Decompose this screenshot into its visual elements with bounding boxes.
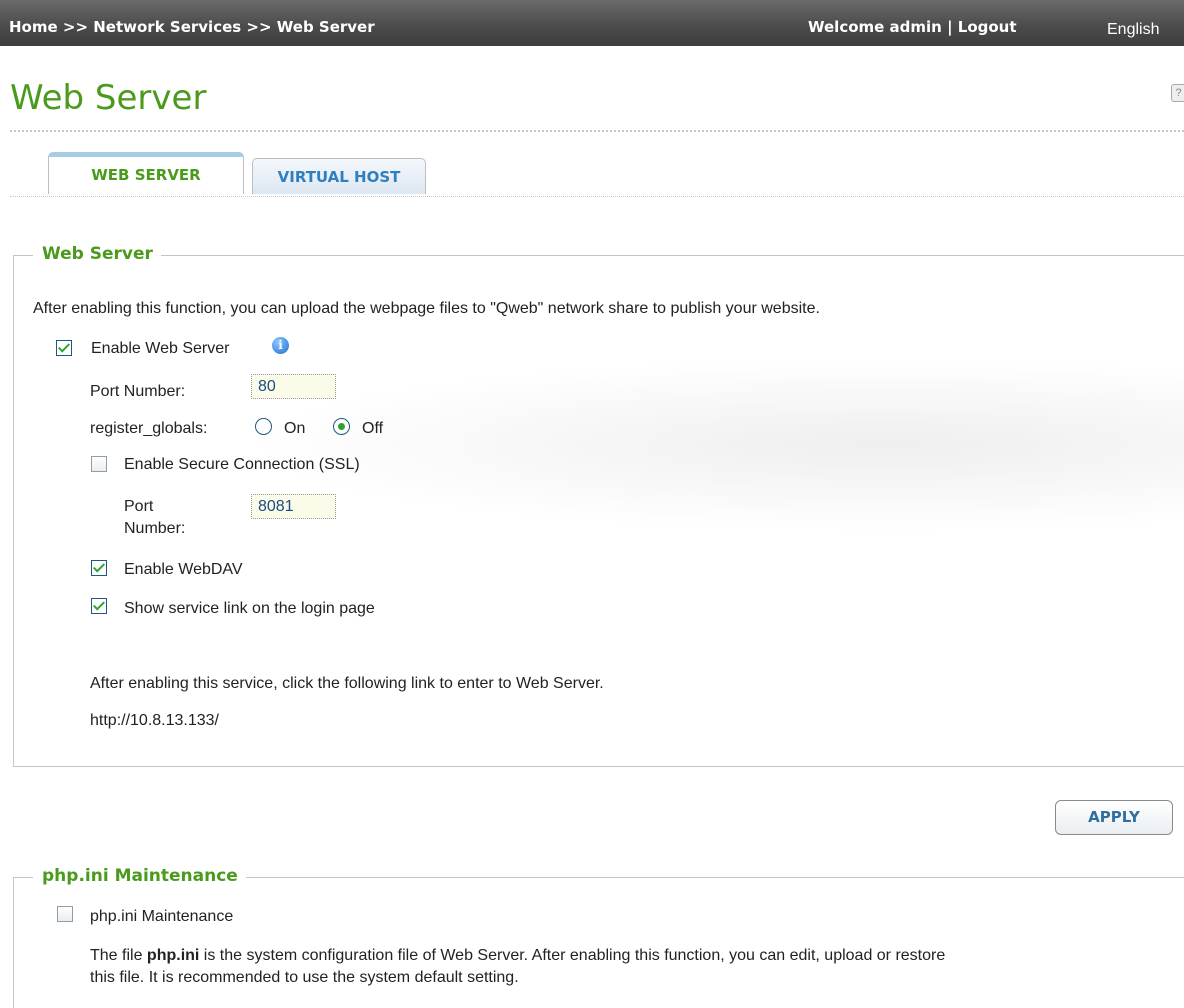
enable-web-server-label[interactable]: Enable Web Server: [91, 340, 229, 358]
enable-webdav-label[interactable]: Enable WebDAV: [124, 561, 243, 579]
php-desc-bold: php.ini: [146, 947, 200, 964]
title-divider: [10, 130, 1184, 132]
port-number-input[interactable]: [251, 374, 336, 399]
php-ini-legend: php.ini Maintenance: [33, 866, 246, 886]
register-globals-on-label[interactable]: On: [284, 420, 305, 438]
register-globals-on-radio[interactable]: [255, 418, 272, 435]
breadcrumb[interactable]: Home >> Network Services >> Web Server: [9, 18, 375, 36]
php-ini-fieldset: [13, 877, 1184, 1008]
tab-web-server[interactable]: WEB SERVER: [48, 152, 244, 194]
apply-button[interactable]: APPLY: [1055, 800, 1173, 835]
php-ini-description-line1: The file php.ini is the system configura…: [90, 947, 945, 965]
top-bar: Home >> Network Services >> Web Server W…: [0, 0, 1184, 46]
help-icon[interactable]: ?: [1171, 84, 1184, 102]
php-ini-description-line2: this file. It is recommended to use the …: [90, 969, 519, 986]
ssl-port-label-line1: Port: [124, 498, 154, 515]
enable-webdav-checkbox[interactable]: [91, 560, 107, 576]
enable-ssl-label[interactable]: Enable Secure Connection (SSL): [124, 456, 360, 474]
ssl-port-input[interactable]: [251, 494, 336, 519]
info-icon[interactable]: i: [272, 337, 289, 354]
service-link-checkbox[interactable]: [91, 598, 107, 614]
welcome-logout[interactable]: Welcome admin | Logout: [808, 18, 1017, 36]
enable-ssl-checkbox[interactable]: [91, 456, 107, 472]
web-server-legend: Web Server: [33, 244, 161, 264]
tab-virtual-host[interactable]: VIRTUAL HOST: [252, 158, 426, 194]
page-title: Web Server: [10, 78, 207, 118]
link-note: After enabling this service, click the f…: [90, 675, 604, 692]
php-ini-checkbox[interactable]: [57, 906, 73, 922]
web-server-description: After enabling this function, you can up…: [33, 300, 820, 317]
php-ini-checkbox-label[interactable]: php.ini Maintenance: [90, 908, 233, 926]
language-selector[interactable]: English: [1107, 21, 1159, 39]
register-globals-label: register_globals:: [90, 420, 208, 437]
service-link-label[interactable]: Show service link on the login page: [124, 600, 375, 618]
php-desc-rest: is the system configuration file of Web …: [199, 947, 946, 964]
port-number-label: Port Number:: [90, 383, 186, 400]
web-server-url[interactable]: http://10.8.13.133/: [90, 712, 219, 730]
register-globals-off-radio[interactable]: [333, 418, 350, 435]
php-desc-prefix: The file: [90, 947, 147, 964]
tab-underline: [10, 196, 1184, 197]
enable-web-server-checkbox[interactable]: [56, 340, 72, 356]
ssl-port-label-line2: Number:: [124, 520, 186, 537]
register-globals-off-label[interactable]: Off: [362, 420, 383, 438]
